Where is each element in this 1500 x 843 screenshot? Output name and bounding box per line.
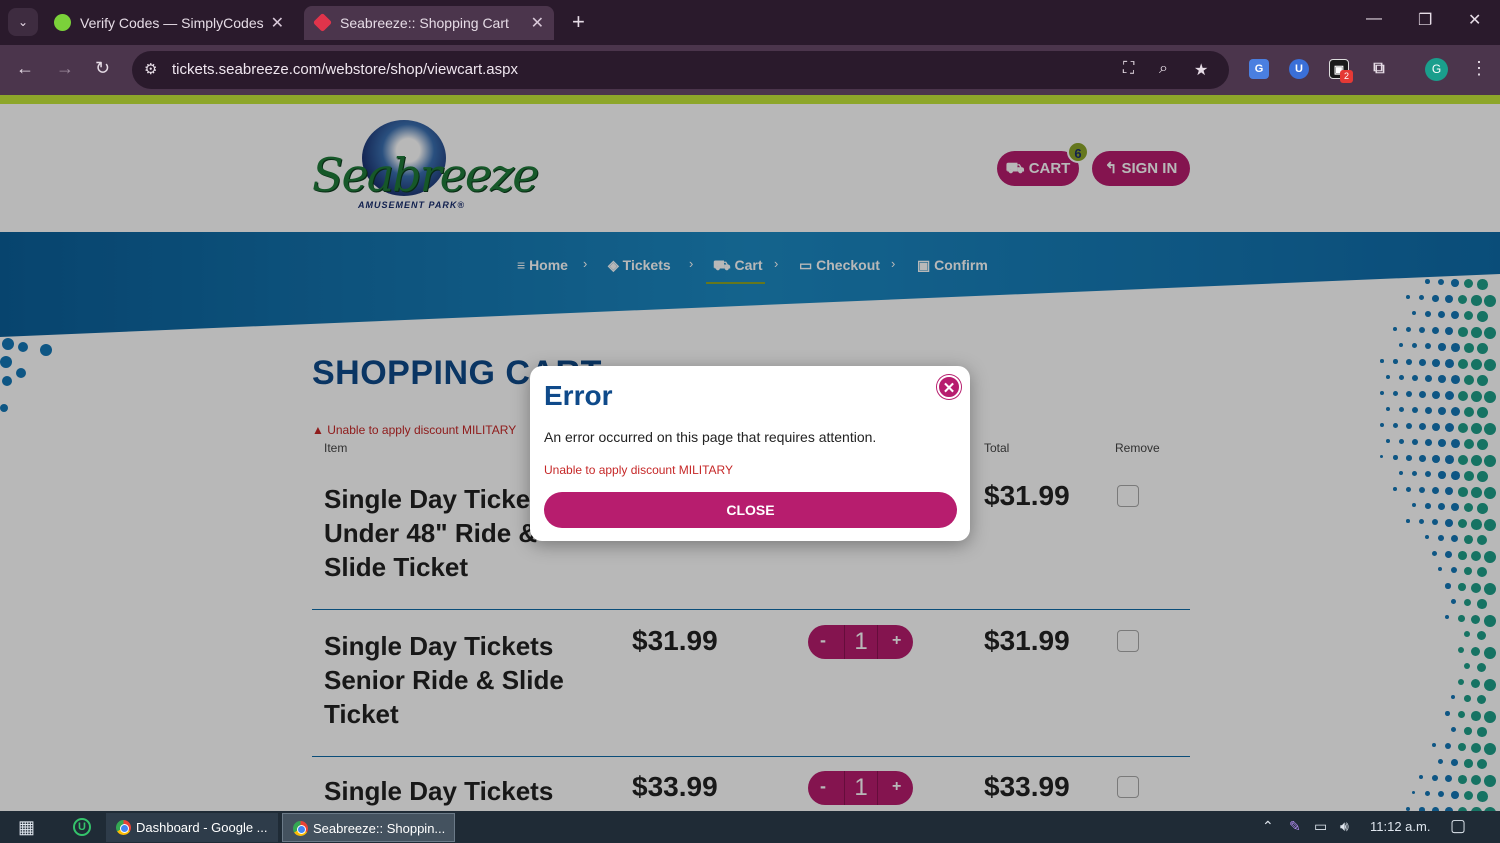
close-tab-icon[interactable]: ✕ — [271, 13, 284, 33]
site-top-strip — [0, 95, 1500, 104]
tab-title: Verify Codes — SimplyCodes — [80, 15, 264, 31]
bookmark-star-icon[interactable]: ★ — [1194, 60, 1208, 80]
volume-icon[interactable]: 🔊︎ — [1340, 818, 1349, 835]
forward-arrow-icon[interactable]: → — [56, 58, 74, 79]
dialog-title: Error — [544, 380, 613, 411]
browser-tab-bar: ⌄ Verify Codes — SimplyCodes ✕ Seabreeze… — [0, 0, 1500, 45]
minimize-window-icon[interactable]: — — [1366, 10, 1382, 28]
close-window-icon[interactable]: ✕ — [1468, 10, 1481, 30]
taskbar-app-label: Dashboard - Google ... — [136, 820, 268, 835]
windows-taskbar: ▦ U Dashboard - Google ... Seabreeze:: S… — [0, 811, 1500, 843]
site-info-icon[interactable]: ⚙ — [144, 60, 157, 78]
tab-title: Seabreeze:: Shopping Cart — [340, 15, 509, 31]
new-tab-plus-icon[interactable]: + — [572, 9, 585, 35]
address-bar[interactable]: ⚙ tickets.seabreeze.com/webstore/shop/vi… — [132, 51, 1229, 89]
error-dialog: Error ✕ An error occurred on this page t… — [530, 366, 970, 541]
feather-app-icon[interactable]: ✎ — [1289, 818, 1301, 835]
task-view-grid-icon[interactable]: ▦ — [18, 817, 35, 838]
browser-menu-icon[interactable]: ⋮ — [1470, 58, 1488, 79]
close-button[interactable]: CLOSE — [544, 492, 957, 528]
taskbar-app-seabreeze[interactable]: Seabreeze:: Shoppin... — [282, 813, 455, 842]
reload-icon[interactable]: ↻ — [95, 58, 110, 79]
notifications-icon[interactable]: ▢ — [1450, 816, 1466, 836]
back-arrow-icon[interactable]: ← — [16, 58, 34, 79]
dialog-message: An error occurred on this page that requ… — [544, 429, 877, 445]
browser-toolbar: ← → ↻ ⚙ tickets.seabreeze.com/webstore/s… — [0, 45, 1500, 95]
seabreeze-favicon-icon — [312, 12, 333, 33]
close-dialog-icon[interactable]: ✕ — [937, 375, 961, 399]
clock[interactable]: 11:12 a.m. — [1370, 819, 1430, 834]
extension-badge: 2 — [1340, 70, 1353, 83]
restore-window-icon[interactable]: ❐ — [1418, 10, 1432, 30]
tab-search-chevron-icon[interactable]: ⌄ — [8, 8, 38, 36]
url-text[interactable]: tickets.seabreeze.com/webstore/shop/view… — [172, 61, 518, 78]
profile-avatar[interactable]: G — [1425, 58, 1448, 81]
network-icon[interactable]: ▭ — [1314, 818, 1327, 835]
show-hidden-icons-chevron-icon[interactable]: ⌃ — [1262, 818, 1274, 835]
google-translate-extension-icon[interactable]: G — [1249, 59, 1269, 79]
upwork-icon[interactable]: U — [73, 818, 91, 836]
tab-verify-codes[interactable]: Verify Codes — SimplyCodes ✕ — [44, 6, 294, 40]
chrome-icon — [293, 821, 308, 836]
close-tab-icon[interactable]: ✕ — [531, 13, 544, 33]
tab-seabreeze-cart[interactable]: Seabreeze:: Shopping Cart ✕ — [304, 6, 554, 40]
zoom-icon[interactable]: ⌕ — [1159, 60, 1168, 78]
extensions-puzzle-icon[interactable]: ⧉ — [1369, 59, 1389, 79]
translate-icon[interactable]: ⛶ — [1123, 60, 1134, 78]
taskbar-app-label: Seabreeze:: Shoppin... — [313, 821, 446, 836]
chrome-icon — [116, 820, 131, 835]
dialog-error-detail: Unable to apply discount MILITARY — [544, 463, 733, 477]
simplycodes-favicon-icon — [54, 14, 71, 31]
shield-extension-icon[interactable]: U — [1289, 59, 1309, 79]
taskbar-app-dashboard[interactable]: Dashboard - Google ... — [106, 813, 278, 842]
